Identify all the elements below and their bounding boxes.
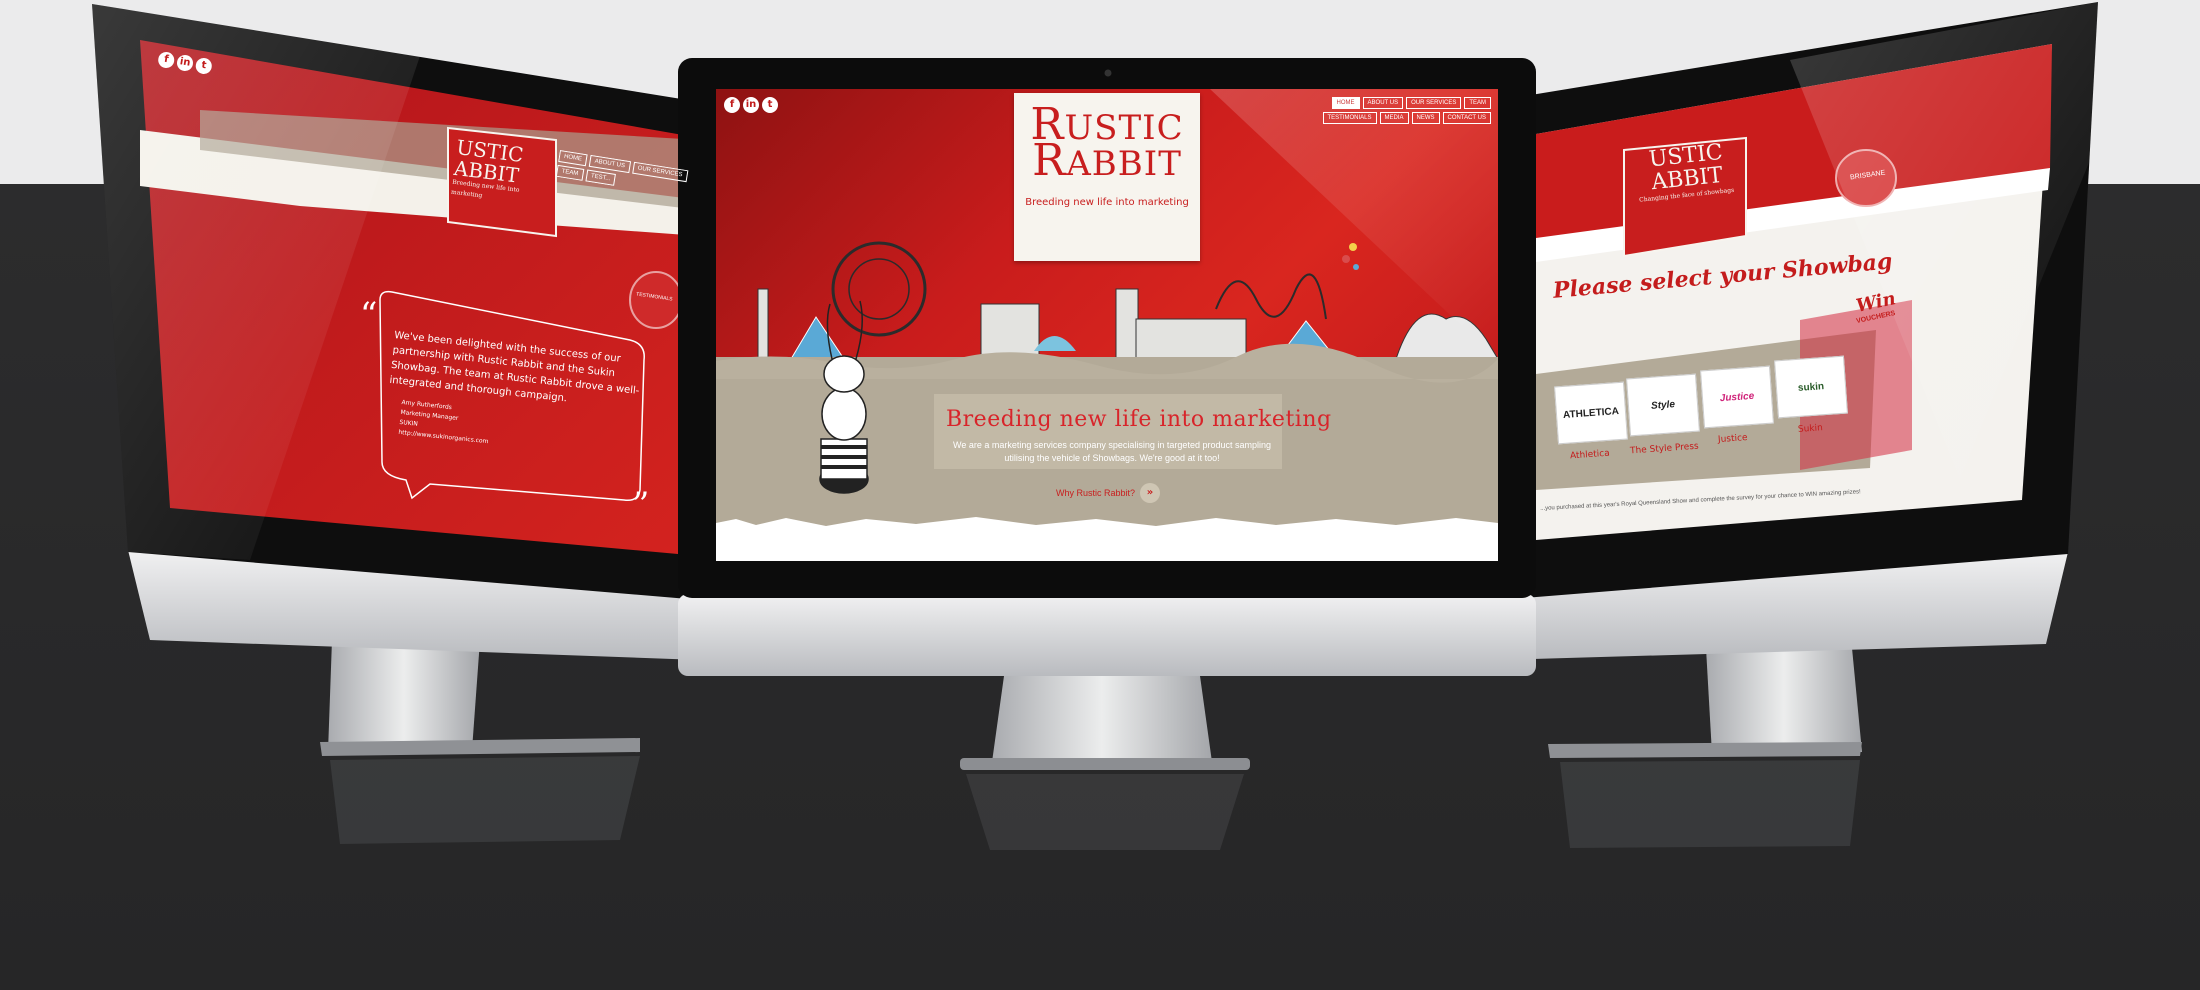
center-screen: f in t HOME ABOUT US OUR SERVICES TEAM T… [716,89,1498,561]
center-stand [992,676,1212,762]
left-stand-reflection [330,756,640,844]
center-blurb: We are a marketing services company spec… [953,440,1271,463]
double-chevron-right-icon[interactable]: » [1140,483,1160,503]
right-stand [1706,648,1862,754]
right-stand-base [1548,742,1862,758]
brand-card-sukin[interactable]: sukin [1774,355,1848,419]
ferris-wheel [831,241,927,337]
left-logo: USTIC ABBIT Breeding new life into marke… [450,135,553,209]
twitter-icon[interactable]: t [194,56,213,76]
brand-card-style[interactable]: Style [1626,373,1700,437]
facebook-icon[interactable]: f [157,50,176,70]
building-2 [1115,288,1139,364]
right-stand-reflection [1560,760,1860,848]
left-stand [328,640,480,752]
opera-house [1395,313,1498,360]
center-headline: Breeding new life into marketing [946,407,1332,432]
center-chin [678,594,1536,676]
brand-label-justice[interactable]: Justice [1718,433,1748,445]
brand-card-justice[interactable]: Justice [1700,365,1774,429]
stadium [1135,318,1247,364]
brand-label-sukin[interactable]: Sukin [1798,423,1823,435]
right-logo: USTIC ABBIT Changing the face of showbag… [1634,139,1749,206]
brand-card-athletica[interactable]: ATHLETICA [1554,381,1628,445]
why-rustic-rabbit-link[interactable]: Why Rustic Rabbit? [1056,488,1135,498]
left-monitor: “ ” [92,4,700,844]
camera-dot [1104,69,1112,77]
lighthouse [757,288,769,360]
center-stand-base [960,758,1250,770]
linkedin-icon[interactable]: in [175,53,195,73]
center-stand-reflection [966,774,1244,850]
balloons [1342,243,1359,270]
roller-coaster [1215,273,1327,320]
left-quote-close: ” [632,485,649,525]
left-quote-open: “ [360,295,377,335]
skyline-scenery [757,241,1498,364]
